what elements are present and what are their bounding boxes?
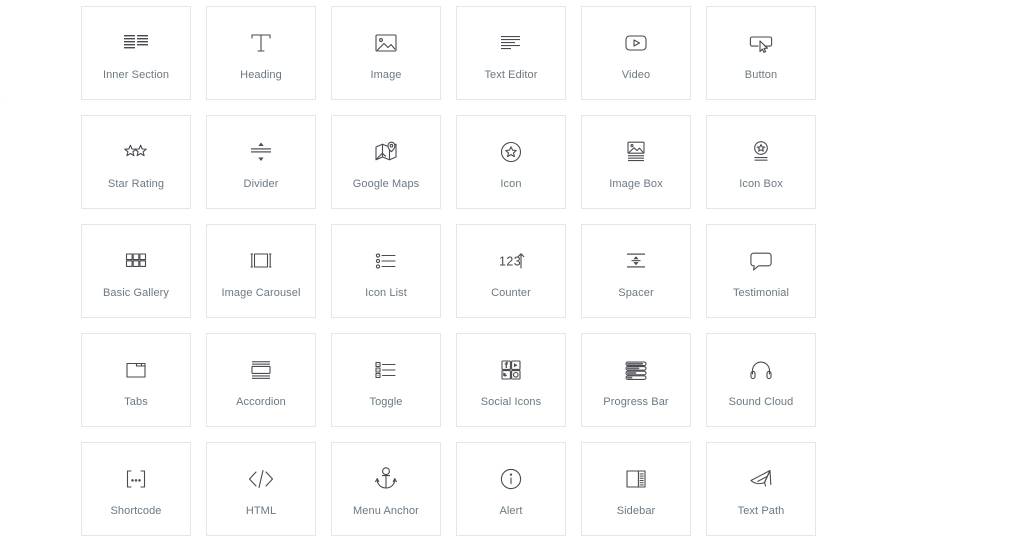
widget-label: Heading [240, 68, 282, 81]
sound-cloud-icon [748, 351, 774, 389]
toggle-icon [372, 351, 400, 389]
widget-card-spacer[interactable]: Spacer [581, 224, 691, 318]
widget-label: Spacer [618, 286, 654, 299]
text-editor-icon [497, 24, 525, 62]
alert-info-icon [498, 460, 524, 498]
widget-label: Accordion [236, 395, 286, 408]
widget-label: Shortcode [110, 504, 162, 517]
widget-card-video[interactable]: Video [581, 6, 691, 100]
text-path-icon [746, 460, 776, 498]
widget-label: Inner Section [102, 68, 170, 81]
widget-label: Text Editor [484, 68, 538, 81]
widget-card-toggle[interactable]: Toggle [331, 333, 441, 427]
widget-label: Image Box [609, 177, 663, 190]
widget-card-heading[interactable]: Heading [206, 6, 316, 100]
widget-card-icon-box[interactable]: Icon Box [706, 115, 816, 209]
widget-card-testimonial[interactable]: Testimonial [706, 224, 816, 318]
widget-label: Social Icons [480, 395, 542, 408]
widget-label: Progress Bar [603, 395, 669, 408]
widget-label: Menu Anchor [353, 504, 419, 517]
image-icon [373, 24, 399, 62]
widget-label: Icon [500, 177, 522, 190]
widget-card-counter[interactable]: 123 Counter [456, 224, 566, 318]
widget-card-tabs[interactable]: Tabs [81, 333, 191, 427]
video-icon [622, 24, 650, 62]
progress-bar-icon [622, 351, 650, 389]
shortcode-icon [121, 460, 151, 498]
widget-label: Basic Gallery [102, 286, 170, 299]
inner-section-icon [122, 24, 150, 62]
widget-label: Sidebar [616, 504, 656, 517]
icon-list-icon [372, 242, 400, 280]
widget-card-progress-bar[interactable]: Progress Bar [581, 333, 691, 427]
widget-label: Google Maps [352, 177, 420, 190]
basic-gallery-icon [123, 242, 149, 280]
widget-label: Testimonial [732, 286, 790, 299]
widget-label: Text Path [737, 504, 785, 517]
widget-label: Toggle [369, 395, 403, 408]
image-carousel-icon [246, 242, 276, 280]
widget-card-sound-cloud[interactable]: Sound Cloud [706, 333, 816, 427]
widget-card-inner-section[interactable]: Inner Section [81, 6, 191, 100]
widget-card-menu-anchor[interactable]: Menu Anchor [331, 442, 441, 536]
widget-label: Alert [499, 504, 523, 517]
widget-card-alert[interactable]: Alert [456, 442, 566, 536]
heading-icon [248, 24, 274, 62]
widget-label: Star Rating [107, 177, 165, 190]
icon-box-icon [748, 133, 774, 171]
widget-card-star-rating[interactable]: Star Rating [81, 115, 191, 209]
widget-card-social-icons[interactable]: Social Icons [456, 333, 566, 427]
counter-icon: 123 [496, 242, 526, 280]
widget-label: Divider [243, 177, 279, 190]
social-icons-icon [497, 351, 525, 389]
html-code-icon [246, 460, 276, 498]
widget-card-shortcode[interactable]: Shortcode [81, 442, 191, 536]
widget-label: Sound Cloud [728, 395, 794, 408]
icon-star-circle-icon [498, 133, 524, 171]
widget-card-accordion[interactable]: Accordion [206, 333, 316, 427]
widget-label: HTML [245, 504, 277, 517]
widget-card-text-path[interactable]: Text Path [706, 442, 816, 536]
sidebar-icon [623, 460, 649, 498]
accordion-icon [247, 351, 275, 389]
widget-card-divider[interactable]: Divider [206, 115, 316, 209]
menu-anchor-icon [373, 460, 399, 498]
widget-card-text-editor[interactable]: Text Editor [456, 6, 566, 100]
widget-card-basic-gallery[interactable]: Basic Gallery [81, 224, 191, 318]
widget-card-icon-list[interactable]: Icon List [331, 224, 441, 318]
image-box-icon [623, 133, 649, 171]
widget-label: Counter [491, 286, 531, 299]
widget-label: Video [621, 68, 651, 81]
testimonial-icon [747, 242, 775, 280]
button-icon [747, 24, 775, 62]
widget-card-html[interactable]: HTML [206, 442, 316, 536]
widget-card-image-carousel[interactable]: Image Carousel [206, 224, 316, 318]
widget-label: Image Carousel [221, 286, 301, 299]
widget-card-image-box[interactable]: Image Box [581, 115, 691, 209]
widget-card-button[interactable]: Button [706, 6, 816, 100]
widget-card-sidebar[interactable]: Sidebar [581, 442, 691, 536]
widget-grid: Inner Section Heading Image Text Editor … [81, 6, 817, 536]
spacer-icon [624, 242, 648, 280]
widget-label: Tabs [124, 395, 148, 408]
widget-card-google-maps[interactable]: Google Maps [331, 115, 441, 209]
widget-label: Icon List [365, 286, 407, 299]
widget-label: Image [370, 68, 402, 81]
google-maps-icon [373, 133, 399, 171]
widget-label: Icon Box [739, 177, 783, 190]
clipped-left-text: s [0, 92, 1, 102]
tabs-icon [123, 351, 149, 389]
divider-icon [248, 133, 274, 171]
widget-label: Button [744, 68, 778, 81]
widget-card-icon[interactable]: Icon [456, 115, 566, 209]
widget-card-image[interactable]: Image [331, 6, 441, 100]
star-rating-icon [121, 133, 151, 171]
